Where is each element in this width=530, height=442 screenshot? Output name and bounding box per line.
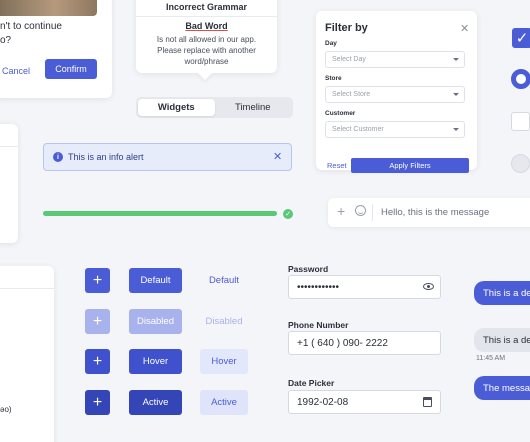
date-picker-field[interactable]: 1992-02-08 bbox=[288, 390, 441, 414]
chat-bubble-sent: This is a defa bbox=[474, 281, 530, 305]
dialog-image bbox=[0, 0, 97, 16]
side-card bbox=[0, 124, 18, 243]
confirm-dialog: n't to continue o? Cancel Confirm bbox=[0, 0, 112, 98]
password-label: Password bbox=[288, 264, 329, 274]
chevron-down-icon bbox=[453, 93, 459, 96]
message-timestamp: 11:45 AM bbox=[476, 355, 506, 362]
divider bbox=[372, 204, 373, 221]
active-button[interactable]: Active bbox=[129, 390, 182, 415]
date-value: 1992-02-08 bbox=[297, 396, 349, 408]
store-select[interactable]: Select Store bbox=[325, 86, 465, 103]
tab-timeline[interactable]: Timeline bbox=[215, 99, 292, 116]
info-icon: i bbox=[53, 152, 63, 162]
password-value: •••••••••••• bbox=[297, 281, 340, 293]
default-button[interactable]: Default bbox=[129, 268, 182, 293]
info-alert: i This is an info alert ✕ bbox=[43, 143, 292, 171]
customer-label: Customer bbox=[325, 110, 356, 117]
emoji-icon[interactable] bbox=[355, 205, 366, 216]
close-icon[interactable]: ✕ bbox=[460, 22, 469, 35]
list-item-text: əo) bbox=[0, 405, 12, 414]
divider bbox=[0, 146, 18, 147]
radio-selected[interactable] bbox=[511, 69, 530, 89]
phone-value: +1 ( 640 ) 090- 2222 bbox=[297, 337, 388, 349]
day-select[interactable]: Select Day bbox=[325, 51, 465, 68]
day-placeholder: Select Day bbox=[332, 56, 366, 63]
checkbox-unchecked[interactable] bbox=[511, 112, 530, 131]
date-label: Date Picker bbox=[288, 378, 335, 388]
hover-text-button[interactable]: Hover bbox=[200, 349, 248, 374]
divider bbox=[136, 16, 277, 17]
radio-disabled bbox=[511, 154, 530, 173]
reset-button[interactable]: Reset bbox=[327, 161, 347, 170]
chat-bubble-received: This is a defa bbox=[474, 328, 530, 352]
tooltip-title: Incorrect Grammar bbox=[165, 2, 248, 12]
confirm-button[interactable]: Confirm bbox=[45, 59, 97, 79]
default-text-button[interactable]: Default bbox=[200, 268, 248, 293]
day-label: Day bbox=[325, 40, 337, 47]
check-circle-icon: ✓ bbox=[283, 209, 293, 219]
add-icon-button-disabled: + bbox=[85, 309, 110, 334]
calendar-icon[interactable] bbox=[423, 397, 432, 407]
chat-bubble-sent: The message bbox=[474, 376, 530, 400]
flagged-word: Bad Word bbox=[185, 21, 228, 31]
progress-fill bbox=[43, 211, 277, 216]
close-icon[interactable]: ✕ bbox=[273, 150, 282, 163]
dialog-message: n't to continue o? bbox=[0, 21, 62, 46]
cancel-button[interactable]: Cancel bbox=[2, 66, 30, 76]
tab-widgets[interactable]: Widgets bbox=[138, 99, 215, 116]
add-icon-button-active[interactable]: + bbox=[85, 390, 110, 415]
grammar-tooltip: Incorrect Grammar Bad Word Is not all al… bbox=[136, 0, 277, 81]
progress-bar bbox=[43, 211, 277, 216]
add-icon-button-default[interactable]: + bbox=[85, 268, 110, 293]
store-label: Store bbox=[325, 75, 342, 82]
customer-placeholder: Select Customer bbox=[332, 126, 384, 133]
segmented-tabs: Widgets Timeline bbox=[136, 97, 293, 118]
tooltip-description: Is not all allowed in our app. Please re… bbox=[156, 35, 257, 66]
phone-label: Phone Number bbox=[288, 320, 349, 330]
eye-icon[interactable] bbox=[423, 283, 434, 290]
chevron-down-icon bbox=[453, 58, 459, 61]
add-icon-button-hover[interactable]: + bbox=[85, 349, 110, 374]
divider bbox=[0, 288, 54, 289]
filter-panel: Filter by ✕ Day Select Day Store Select … bbox=[316, 11, 477, 173]
chat-input[interactable]: + Hello, this is the message bbox=[328, 198, 530, 227]
active-text-button[interactable]: Active bbox=[200, 390, 248, 415]
check-icon: ✓ bbox=[515, 30, 529, 47]
alert-text: This is an info alert bbox=[68, 152, 144, 162]
chevron-down-icon bbox=[453, 128, 459, 131]
list-card: əo) bbox=[0, 266, 54, 442]
filter-title: Filter by bbox=[325, 22, 368, 34]
disabled-button: Disabled bbox=[129, 309, 182, 334]
customer-select[interactable]: Select Customer bbox=[325, 121, 465, 138]
disabled-text-button: Disabled bbox=[205, 316, 243, 327]
apply-filters-button[interactable]: Apply Filters bbox=[351, 158, 469, 173]
plus-icon[interactable]: + bbox=[337, 203, 345, 219]
chat-input-text[interactable]: Hello, this is the message bbox=[381, 207, 489, 218]
tooltip-arrow bbox=[197, 65, 213, 81]
hover-button[interactable]: Hover bbox=[129, 349, 182, 374]
checkbox-checked[interactable]: ✓ bbox=[512, 28, 530, 48]
phone-field[interactable]: +1 ( 640 ) 090- 2222 bbox=[288, 331, 441, 355]
store-placeholder: Select Store bbox=[332, 91, 371, 98]
password-field[interactable]: •••••••••••• bbox=[288, 275, 441, 299]
